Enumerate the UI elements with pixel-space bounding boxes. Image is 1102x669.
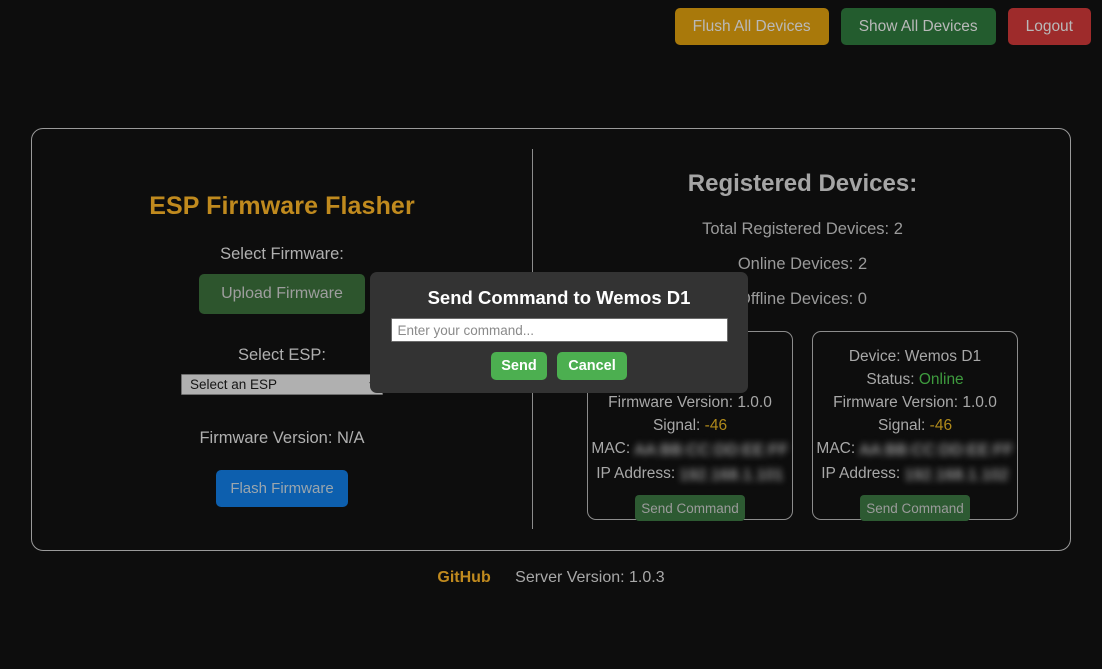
esp-select-dropdown[interactable]: Select an ESP [181,374,383,395]
device-mac: MAC: AA:BB:CC:DD:EE:FF [588,437,792,462]
send-command-modal: Send Command to Wemos D1 Send Cancel [370,272,748,393]
modal-send-button[interactable]: Send [491,352,547,380]
device-signal-value: -46 [704,417,728,434]
page-title: ESP Firmware Flasher [149,192,415,220]
device-status-label: Status: [866,371,915,388]
device-signal-label: Signal: [652,417,701,434]
modal-actions: Send Cancel [370,352,748,380]
device-mac-label: MAC: [816,440,856,457]
select-firmware-label: Select Firmware: [220,245,344,263]
show-all-devices-button[interactable]: Show All Devices [840,7,996,45]
upload-firmware-button[interactable]: Upload Firmware [199,274,365,314]
firmware-version-text: Firmware Version: N/A [199,429,365,447]
device-signal: Signal: -46 [588,414,792,437]
device-signal-value: -46 [929,417,953,434]
server-version-text: Server Version: 1.0.3 [515,569,665,586]
device-mac-value: AA:BB:CC:DD:EE:FF [859,442,1014,459]
github-link[interactable]: GitHub [437,569,490,586]
total-devices-stat: Total Registered Devices: 2 [702,220,903,238]
modal-cancel-button[interactable]: Cancel [557,352,627,380]
device-mac-label: MAC: [591,440,631,457]
status-badge: Online [918,371,964,388]
send-command-button[interactable]: Send Command [635,495,745,521]
logout-button[interactable]: Logout [1007,7,1091,45]
device-firmware-version: Firmware Version: 1.0.0 [833,394,997,411]
flush-all-devices-button[interactable]: Flush All Devices [674,7,829,45]
send-command-button[interactable]: Send Command [860,495,970,521]
modal-title: Send Command to Wemos D1 [427,287,691,308]
device-ip-value: 192.168.1.102 [904,467,1009,484]
flash-firmware-button[interactable]: Flash Firmware [216,470,348,507]
device-ip: IP Address: 192.168.1.102 [813,462,1017,487]
device-status: Status: Online [813,368,1017,391]
footer: GitHub Server Version: 1.0.3 [0,569,1102,587]
device-signal-label: Signal: [877,417,926,434]
device-ip-label: IP Address: [821,465,901,482]
device-mac: MAC: AA:BB:CC:DD:EE:FF [813,437,1017,462]
device-mac-value: AA:BB:CC:DD:EE:FF [634,442,789,459]
device-firmware-version: Firmware Version: 1.0.0 [608,394,772,411]
top-toolbar: Flush All Devices Show All Devices Logou… [0,0,1102,52]
device-ip: IP Address: 192.168.1.101 [588,462,792,487]
device-card: Device: Wemos D1 Status: Online Firmware… [812,331,1018,521]
command-input[interactable] [390,318,728,342]
registered-devices-title: Registered Devices: [687,170,918,197]
device-signal: Signal: -46 [813,414,1017,437]
device-ip-label: IP Address: [596,465,676,482]
device-name: Device: Wemos D1 [848,348,982,365]
device-ip-value: 192.168.1.101 [679,467,784,484]
